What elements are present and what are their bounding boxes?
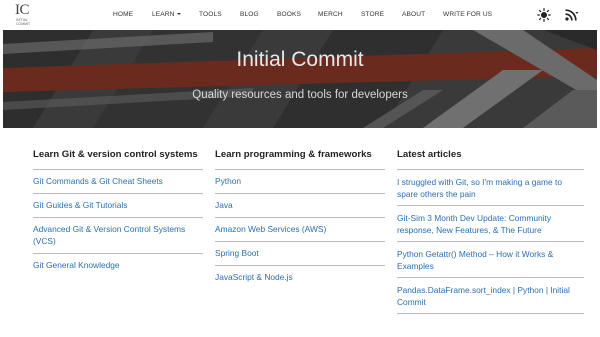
article-link[interactable]: Git-Sim 3 Month Dev Update: Community re… bbox=[397, 206, 584, 242]
list-item-link[interactable]: Python bbox=[215, 170, 385, 194]
column-learn-git: Learn Git & version control systems Git … bbox=[33, 148, 203, 277]
nav-home[interactable]: HOME bbox=[113, 11, 133, 19]
list-item-link[interactable]: Git Guides & Git Tutorials bbox=[33, 194, 203, 218]
column-heading: Learn programming & frameworks bbox=[215, 148, 385, 170]
rss-icon[interactable] bbox=[565, 9, 579, 21]
list-item-link[interactable]: Java bbox=[215, 194, 385, 218]
logo-tagline: INITIAL COMMIT bbox=[16, 18, 31, 26]
column-learn-programming: Learn programming & frameworks Python Ja… bbox=[215, 148, 385, 289]
sun-icon[interactable] bbox=[537, 8, 551, 22]
link-list: Git Commands & Git Cheat Sheets Git Guid… bbox=[33, 170, 203, 277]
nav-books[interactable]: BOOKS bbox=[277, 11, 301, 19]
article-link[interactable]: Python Getattr() Method – How it Works &… bbox=[397, 242, 584, 278]
column-heading: Latest articles bbox=[397, 148, 584, 170]
article-list: I struggled with Git, so I'm making a ga… bbox=[397, 170, 584, 314]
nav-merch[interactable]: MERCH bbox=[318, 11, 343, 19]
column-heading: Learn Git & version control systems bbox=[33, 148, 203, 170]
top-nav: IC INITIAL COMMIT HOME LEARN TOOLS BLOG … bbox=[0, 0, 600, 30]
list-item-link[interactable]: Git General Knowledge bbox=[33, 254, 203, 277]
nav-store[interactable]: STORE bbox=[361, 11, 384, 19]
article-link[interactable]: Pandas.DataFrame.sort_index | Python | I… bbox=[397, 278, 584, 314]
list-item-link[interactable]: Advanced Git & Version Control Systems (… bbox=[33, 218, 203, 254]
list-item-link[interactable]: Amazon Web Services (AWS) bbox=[215, 218, 385, 242]
hero-background-pattern bbox=[3, 30, 597, 128]
link-list: Python Java Amazon Web Services (AWS) Sp… bbox=[215, 170, 385, 289]
column-latest-articles: Latest articles I struggled with Git, so… bbox=[397, 148, 584, 314]
list-item-link[interactable]: JavaScript & Node.js bbox=[215, 266, 385, 289]
nav-about[interactable]: ABOUT bbox=[402, 11, 425, 19]
hero-subtitle: Quality resources and tools for develope… bbox=[192, 89, 408, 101]
article-link[interactable]: I struggled with Git, so I'm making a ga… bbox=[397, 170, 584, 206]
list-item-link[interactable]: Git Commands & Git Cheat Sheets bbox=[33, 170, 203, 194]
hero-banner: Initial Commit Quality resources and too… bbox=[3, 30, 597, 128]
nav-blog[interactable]: BLOG bbox=[240, 11, 259, 19]
nav-tools[interactable]: TOOLS bbox=[199, 11, 222, 19]
logo-mark: IC bbox=[15, 2, 30, 18]
hero-title: Initial Commit bbox=[236, 48, 364, 71]
site-logo[interactable]: IC INITIAL COMMIT bbox=[15, 3, 45, 27]
nav-write-for-us[interactable]: WRITE FOR US bbox=[443, 11, 492, 19]
nav-learn-dropdown[interactable]: LEARN bbox=[152, 11, 181, 19]
list-item-link[interactable]: Spring Boot bbox=[215, 242, 385, 266]
